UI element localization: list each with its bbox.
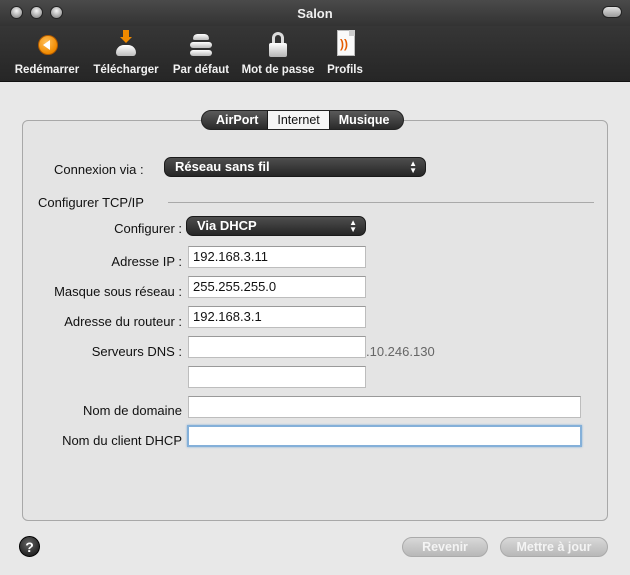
connection-value: Réseau sans fil bbox=[175, 159, 270, 174]
tab-airport[interactable]: AirPort bbox=[202, 111, 267, 129]
dhcp-client-label: Nom du client DHCP bbox=[62, 433, 182, 448]
profiles-label: Profils bbox=[327, 64, 363, 76]
configure-popup[interactable]: Via DHCP ▲ ▼ bbox=[186, 216, 366, 236]
domain-name-label: Nom de domaine bbox=[83, 403, 182, 418]
default-settings-button[interactable]: Par défaut bbox=[170, 28, 232, 76]
subnet-mask-label: Masque sous réseau : bbox=[54, 284, 182, 299]
window-title: Salon bbox=[297, 6, 333, 21]
download-label: Télécharger bbox=[93, 64, 159, 76]
domain-name-field[interactable] bbox=[188, 396, 581, 418]
toolbar-toggle-button[interactable] bbox=[602, 6, 622, 18]
tab-musique[interactable]: Musique bbox=[328, 111, 404, 129]
download-button[interactable]: Télécharger bbox=[90, 28, 162, 76]
configure-label: Configurer : bbox=[114, 221, 182, 236]
popup-arrows-icon: ▲ ▼ bbox=[349, 218, 357, 234]
dns-server-1-field[interactable] bbox=[188, 336, 366, 358]
dhcp-client-field[interactable] bbox=[187, 425, 582, 447]
revert-button[interactable]: Revenir bbox=[402, 537, 488, 557]
ip-address-label: Adresse IP : bbox=[111, 254, 182, 269]
subnet-mask-field[interactable]: 255.255.255.0 bbox=[188, 276, 366, 298]
dns-overflow-text: .10.246.130 bbox=[366, 344, 435, 359]
password-button[interactable]: Mot de passe bbox=[240, 28, 316, 76]
update-button[interactable]: Mettre à jour bbox=[500, 537, 608, 557]
airport-utility-window: Salon Redémarrer Télécharger Par défaut … bbox=[0, 0, 630, 575]
default-settings-icon bbox=[185, 28, 217, 60]
restart-button[interactable]: Redémarrer bbox=[10, 28, 84, 76]
download-icon bbox=[110, 28, 142, 60]
profiles-button[interactable]: )) Profils bbox=[325, 28, 365, 76]
ip-address-field[interactable]: 192.168.3.11 bbox=[188, 246, 366, 268]
section-divider bbox=[168, 202, 594, 203]
default-settings-label: Par défaut bbox=[172, 64, 230, 76]
dns-servers-label: Serveurs DNS : bbox=[91, 344, 182, 359]
connection-label: Connexion via : bbox=[54, 162, 144, 177]
tab-bar: AirPort Internet Musique bbox=[201, 110, 405, 130]
help-button[interactable]: ? bbox=[19, 536, 40, 557]
restart-label: Redémarrer bbox=[14, 64, 80, 76]
configure-value: Via DHCP bbox=[197, 218, 257, 233]
lock-icon bbox=[262, 28, 294, 60]
router-address-label: Adresse du routeur : bbox=[64, 314, 182, 329]
tcpip-section-title: Configurer TCP/IP bbox=[38, 195, 144, 210]
router-address-field[interactable]: 192.168.3.1 bbox=[188, 306, 366, 328]
password-label: Mot de passe bbox=[241, 64, 315, 76]
popup-arrows-icon: ▲ ▼ bbox=[409, 159, 417, 175]
toolbar: Redémarrer Télécharger Par défaut Mot de… bbox=[0, 26, 630, 82]
restart-icon bbox=[31, 28, 63, 60]
connection-popup[interactable]: Réseau sans fil ▲ ▼ bbox=[164, 157, 426, 177]
title-bar: Salon bbox=[0, 0, 630, 26]
tab-internet[interactable]: Internet bbox=[267, 111, 329, 129]
profiles-icon: )) bbox=[329, 28, 361, 60]
dns-server-2-field[interactable] bbox=[188, 366, 366, 388]
